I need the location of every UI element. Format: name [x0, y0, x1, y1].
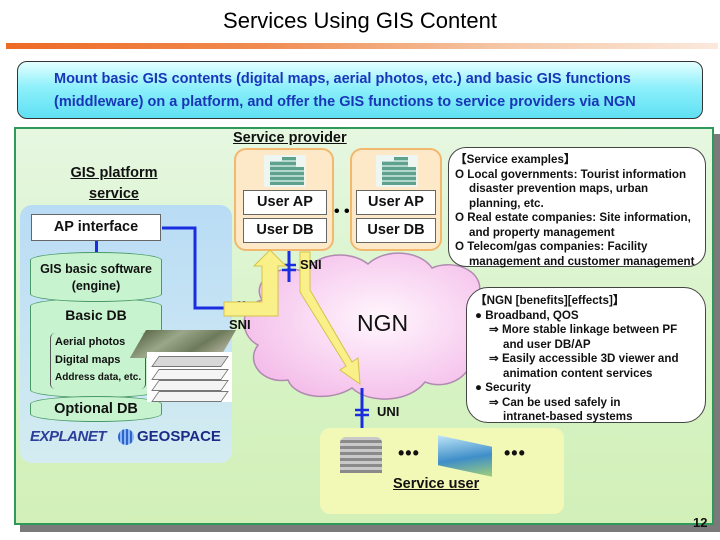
sni-label-left: SNI: [229, 317, 251, 332]
right-arrow-icon: ⇒: [489, 395, 499, 409]
tower-building-icon: [340, 437, 382, 473]
page-number: 12: [693, 515, 708, 530]
dot-bullet-icon: ●: [475, 381, 483, 394]
service-examples-callout: 【Service examples】 O Local governments: …: [448, 147, 706, 268]
service-example-item: O Real estate companies: Site informatio…: [455, 211, 691, 224]
circle-bullet-icon: O: [455, 240, 465, 253]
ngn-label: NGN: [357, 310, 409, 336]
platform-connector: [162, 226, 240, 310]
service-example-item: O Local governments: Tourist information: [455, 167, 687, 181]
upload-arrow: [223, 249, 288, 317]
user-ellipsis: •••: [504, 443, 526, 463]
circle-bullet-icon: O: [455, 167, 465, 181]
user-ellipsis: •••: [398, 443, 420, 463]
service-examples-heading: 【Service examples】: [455, 153, 576, 166]
right-arrow-icon: ⇒: [489, 323, 499, 336]
ngn-benefits-heading: 【NGN [benefits][effects]】: [475, 294, 625, 307]
dot-bullet-icon: ●: [475, 308, 483, 322]
service-user-title: Service user: [393, 476, 480, 492]
ngn-benefits-callout: 【NGN [benefits][effects]】 ● Broadband, Q…: [466, 287, 706, 423]
service-example-item: O Telecom/gas companies: Facility: [455, 240, 648, 253]
benefit-group: ● Broadband, QOS: [475, 308, 579, 322]
benefit-group: ● Security: [475, 381, 532, 394]
right-arrow-icon: ⇒: [489, 352, 499, 365]
circle-bullet-icon: O: [455, 211, 465, 224]
sni-label-top: SNI: [300, 257, 322, 272]
uni-label: UNI: [377, 404, 400, 419]
